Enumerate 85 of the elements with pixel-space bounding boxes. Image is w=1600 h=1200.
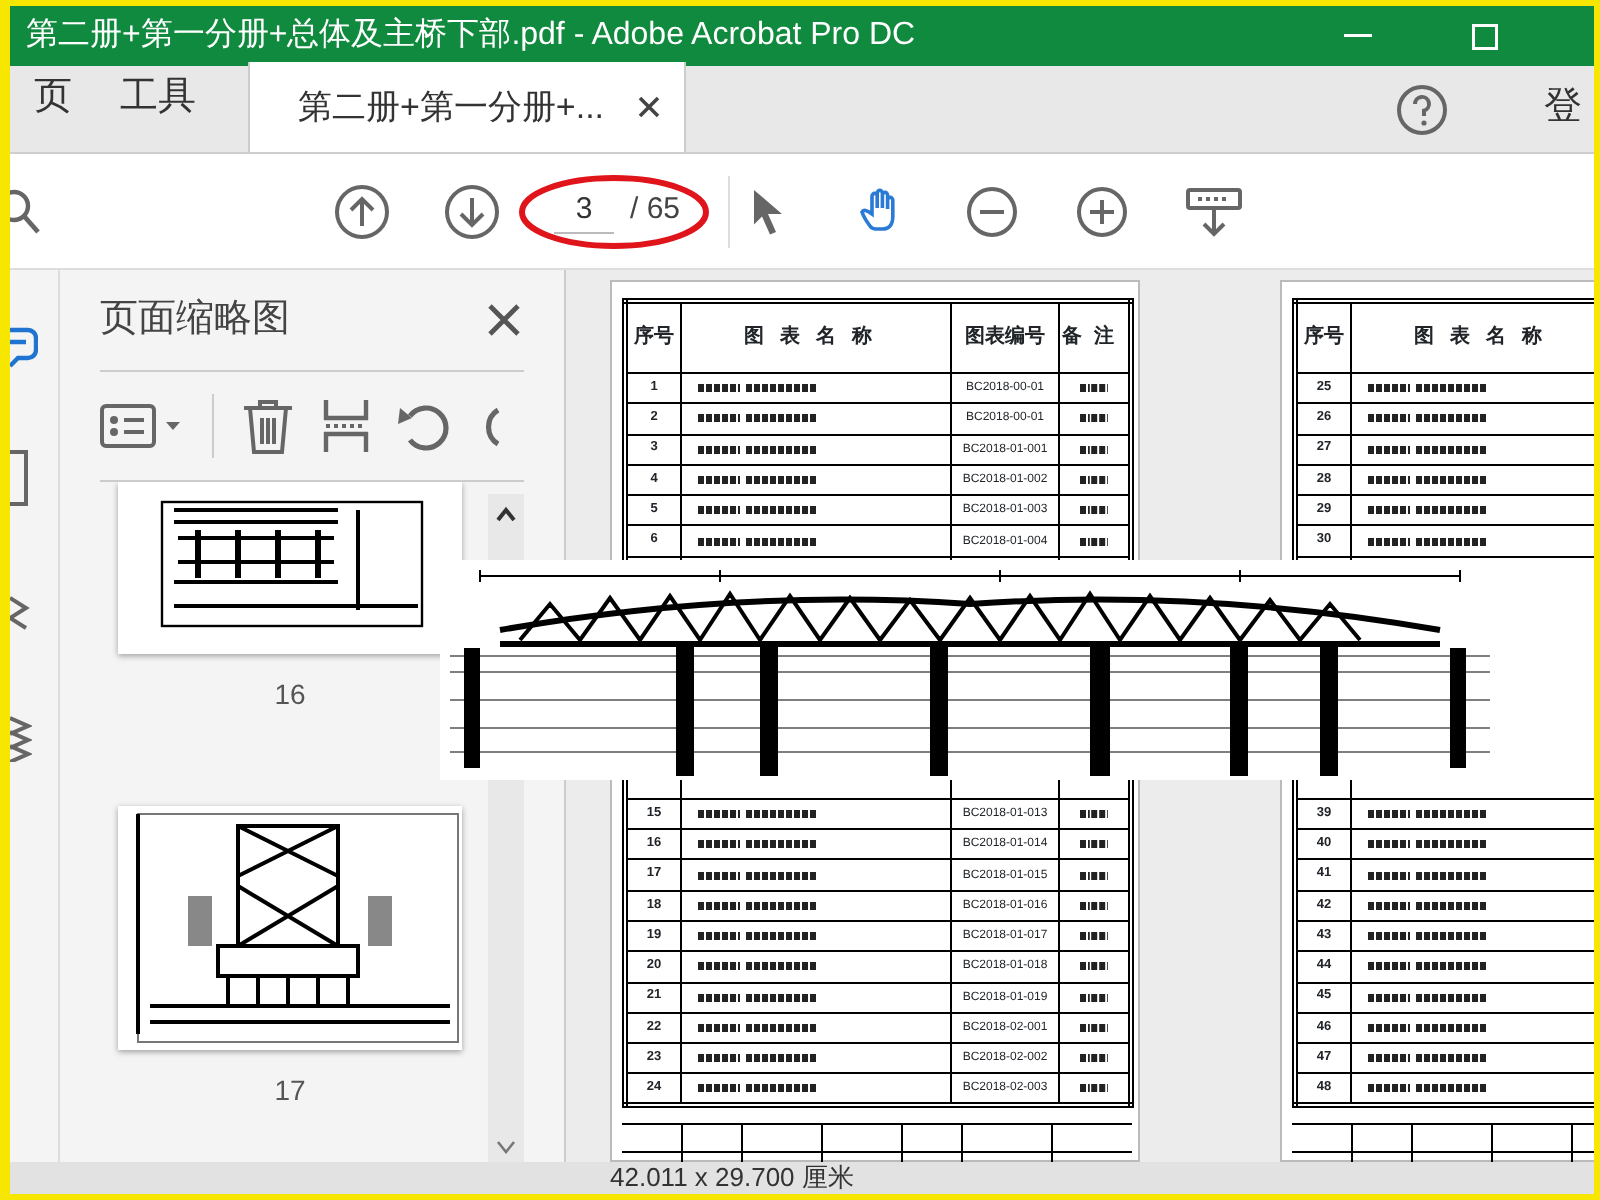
blurred-text-drawing (698, 504, 818, 517)
close-icon[interactable] (638, 96, 660, 118)
column-header: 序号 (634, 326, 674, 348)
column-header: 图表名称 (744, 326, 888, 348)
blurred-text-drawing (1080, 1052, 1108, 1065)
zoom-out-tool[interactable] (966, 185, 1023, 237)
previous-page-button[interactable] (334, 183, 390, 239)
page-number-label: 17 (274, 1072, 306, 1110)
blurred-text-drawing (698, 443, 818, 456)
blurred-text-drawing (698, 1082, 818, 1095)
blurred-text-drawing (1368, 899, 1488, 912)
minimize-icon[interactable] (1344, 34, 1372, 38)
blurred-text-drawing (1368, 869, 1488, 882)
blurred-text-drawing (698, 412, 818, 425)
blurred-text-drawing (1080, 960, 1108, 973)
blurred-text-drawing (698, 535, 818, 548)
blurred-text-drawing (1080, 535, 1108, 548)
blurred-text-drawing (1080, 412, 1108, 425)
panel-title: 页面缩略图 (100, 295, 290, 344)
blurred-text-drawing (698, 869, 818, 882)
blurred-text-drawing (698, 930, 818, 943)
scroll-mode-tool[interactable] (1186, 185, 1243, 237)
close-icon[interactable] (488, 304, 520, 336)
thumbnail-panel-icon[interactable] (10, 326, 38, 370)
blurred-text-drawing (1368, 838, 1488, 851)
search-icon[interactable] (10, 187, 42, 235)
blurred-text-drawing (1080, 1022, 1108, 1034)
blurred-text-drawing (1368, 930, 1488, 943)
blurred-text-drawing (1080, 1082, 1108, 1095)
blurred-text-drawing (698, 991, 818, 1004)
blurred-text-drawing (698, 838, 818, 851)
blurred-text-drawing (1368, 1022, 1488, 1034)
blurred-text-drawing (698, 1022, 818, 1034)
blurred-text-drawing (698, 899, 818, 912)
blurred-text-drawing (698, 382, 818, 395)
blurred-text-drawing (698, 474, 818, 487)
blurred-text-drawing (1368, 991, 1488, 1004)
help-icon[interactable] (1396, 83, 1448, 135)
page-number-field[interactable]: 3 (554, 187, 614, 235)
column-header: 图表编号 (965, 326, 1045, 348)
zoom-in-tool[interactable] (1076, 185, 1133, 237)
blurred-text-drawing (1368, 1052, 1488, 1065)
column-header: 图表名称 (1414, 326, 1558, 348)
scroll-up-icon[interactable] (496, 506, 516, 522)
scroll-down-icon[interactable] (496, 1140, 516, 1154)
window-title: 第二册+第一分册+总体及主桥下部.pdf - Adobe Acrobat Pro DC (26, 15, 916, 56)
blurred-text-drawing (1368, 382, 1488, 395)
sign-in-link[interactable]: 登 (1520, 80, 1594, 138)
page-thumbnail[interactable] (118, 482, 462, 654)
blurred-text-drawing (1080, 838, 1108, 851)
blurred-text-drawing (1368, 535, 1488, 548)
blurred-text-drawing (1368, 504, 1488, 517)
blurred-text-drawing (1080, 474, 1108, 487)
blurred-text-drawing (1080, 443, 1108, 456)
document-tab[interactable]: 第二册+第一分册+... (248, 62, 686, 152)
extract-icon[interactable] (322, 398, 370, 454)
blurred-text-drawing (698, 1052, 818, 1065)
column-header: 备注 (1062, 326, 1126, 348)
blurred-text-drawing (1368, 412, 1488, 425)
next-page-button[interactable] (444, 183, 500, 239)
blurred-text-drawing (1080, 899, 1108, 912)
blurred-text-drawing (1080, 869, 1108, 882)
blurred-text-drawing (1080, 991, 1108, 1004)
page-size-text: 42.011 x 29.700 厘米 (610, 1162, 854, 1192)
nav-tab[interactable]: 页 (10, 70, 96, 148)
blurred-text-drawing (1368, 443, 1488, 456)
options-icon[interactable] (100, 404, 184, 448)
trash-icon[interactable] (242, 398, 294, 454)
blurred-text-drawing (1368, 807, 1488, 820)
blurred-text-drawing (1368, 474, 1488, 487)
nav-tab[interactable]: 工具 (96, 70, 220, 148)
maximize-icon[interactable] (1472, 23, 1498, 49)
blurred-text-drawing (698, 960, 818, 973)
column-header: 序号 (1304, 326, 1344, 348)
blurred-text-drawing (698, 807, 818, 820)
page-number-label: 16 (274, 676, 306, 714)
blurred-text-drawing (1080, 504, 1108, 517)
blurred-text-drawing (1368, 960, 1488, 973)
blurred-text-drawing (1080, 382, 1108, 395)
rotate-left-icon[interactable] (398, 400, 450, 452)
page-thumbnail[interactable] (118, 806, 462, 1050)
blurred-text-drawing (1080, 930, 1108, 943)
blurred-text-drawing (1080, 807, 1108, 820)
page-count: / 65 (630, 190, 681, 231)
blurred-text-drawing (1368, 1082, 1488, 1095)
